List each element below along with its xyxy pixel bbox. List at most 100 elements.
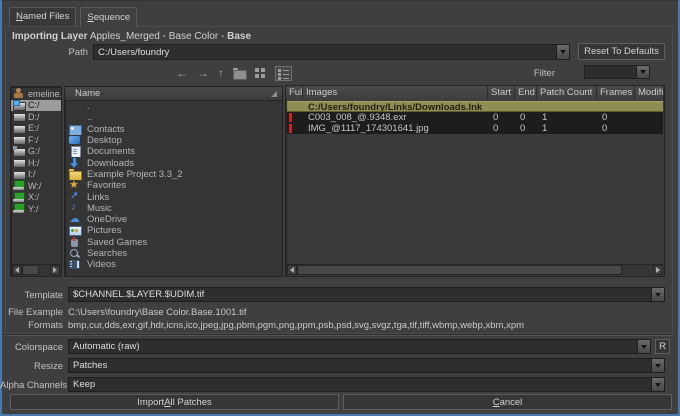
star-icon bbox=[69, 180, 81, 191]
full-indicator bbox=[289, 124, 292, 133]
filter-combobox[interactable] bbox=[584, 65, 650, 79]
name-column-header[interactable]: Name bbox=[65, 87, 282, 101]
sidebar-item[interactable]: Y:/ bbox=[11, 203, 61, 215]
file-list-item[interactable]: Desktop bbox=[65, 135, 282, 146]
modified-cell bbox=[636, 123, 663, 134]
modified-cell bbox=[636, 112, 663, 123]
sidebar-item[interactable]: C:/ bbox=[11, 100, 61, 112]
filter-value bbox=[585, 66, 636, 78]
column-header-frames[interactable]: Frames bbox=[597, 86, 635, 100]
column-header-full[interactable]: Full bbox=[286, 86, 303, 100]
back-icon[interactable] bbox=[176, 66, 188, 80]
scroll-left-icon[interactable] bbox=[12, 265, 22, 275]
documents-icon bbox=[69, 146, 81, 157]
file-list-item[interactable]: Favorites bbox=[65, 180, 282, 191]
sidebar-item[interactable]: G:/ bbox=[11, 146, 61, 158]
scrollbar-track[interactable] bbox=[39, 265, 50, 275]
links-icon bbox=[69, 192, 81, 203]
images-table-header: FullImagesStartEndPatch CountFramesModif… bbox=[286, 86, 664, 100]
file-list-item[interactable]: .. bbox=[65, 112, 282, 123]
list-view-icon[interactable] bbox=[275, 66, 292, 81]
file-list-item[interactable]: . bbox=[65, 101, 282, 112]
images-table-panel: FullImagesStartEndPatch CountFramesModif… bbox=[285, 85, 665, 277]
file-name-label: Searches bbox=[87, 248, 127, 259]
file-list-item[interactable]: Searches bbox=[65, 248, 282, 259]
tab-named-files[interactable]: Named Files bbox=[9, 7, 76, 26]
scroll-right-icon[interactable] bbox=[653, 265, 663, 275]
network-drive-icon bbox=[13, 180, 25, 191]
file-name-label: Favorites bbox=[87, 180, 126, 191]
file-list-item[interactable]: Example Project 3.3_2 bbox=[65, 169, 282, 180]
cancel-button[interactable]: Cancel bbox=[343, 394, 672, 410]
file-name-label: Saved Games bbox=[87, 237, 147, 248]
scroll-right-icon[interactable] bbox=[50, 265, 60, 275]
column-header-start[interactable]: Start bbox=[488, 86, 515, 100]
file-list-item[interactable]: Links bbox=[65, 191, 282, 202]
alpha-channels-value: Keep bbox=[69, 378, 651, 391]
filter-label: Filter bbox=[527, 68, 555, 79]
scrollbar-track[interactable] bbox=[622, 265, 653, 275]
tab-bar: Named Files Sequence bbox=[9, 7, 137, 27]
file-list-item[interactable]: OneDrive bbox=[65, 214, 282, 225]
import-all-patches-button[interactable]: Import All Patches bbox=[10, 394, 339, 410]
file-list-item[interactable]: Documents bbox=[65, 146, 282, 157]
sidebar-item[interactable]: X:/ bbox=[11, 192, 61, 204]
chevron-down-icon[interactable] bbox=[651, 359, 664, 372]
sidebar-item[interactable]: W:/ bbox=[11, 180, 61, 192]
reset-to-defaults-button[interactable]: Reset To Defaults bbox=[578, 43, 665, 60]
scroll-left-icon[interactable] bbox=[287, 265, 297, 275]
sidebar-item-label: E:/ bbox=[28, 123, 39, 133]
column-header-modifi[interactable]: Modifi bbox=[635, 86, 664, 100]
file-list-item[interactable]: Contacts bbox=[65, 124, 282, 135]
chevron-down-icon[interactable] bbox=[556, 45, 569, 59]
sidebar-item[interactable]: F:/ bbox=[11, 134, 61, 146]
tab-sequence[interactable]: Sequence bbox=[80, 7, 137, 27]
template-combobox[interactable]: $CHANNEL.$LAYER.$UDIM.tif bbox=[68, 287, 665, 302]
frames-cell: 0 bbox=[598, 123, 636, 134]
places-hscrollbar[interactable] bbox=[12, 264, 60, 275]
start-cell: 0 bbox=[489, 112, 516, 123]
alpha-channels-combobox[interactable]: Keep bbox=[68, 377, 665, 392]
scrollbar-thumb[interactable] bbox=[297, 265, 622, 275]
file-name-label: Downloads bbox=[87, 158, 134, 169]
layer-name-text: Base bbox=[227, 31, 251, 42]
images-hscrollbar[interactable] bbox=[287, 264, 663, 275]
up-icon[interactable] bbox=[218, 66, 224, 80]
file-list-item[interactable]: Saved Games bbox=[65, 237, 282, 248]
resize-combobox[interactable]: Patches bbox=[68, 358, 665, 373]
file-list-item[interactable]: Music bbox=[65, 203, 282, 214]
scrollbar-thumb[interactable] bbox=[22, 265, 39, 275]
sidebar-item-label: F:/ bbox=[28, 135, 39, 145]
sidebar-item[interactable]: H:/ bbox=[11, 157, 61, 169]
sidebar-item[interactable]: E:/ bbox=[11, 123, 61, 135]
path-combobox[interactable]: C:/Users/foundry bbox=[93, 44, 570, 60]
file-name-label: Example Project 3.3_2 bbox=[87, 169, 183, 180]
chevron-down-icon[interactable] bbox=[651, 378, 664, 391]
downloads-icon bbox=[69, 158, 81, 169]
image-row[interactable]: IMG_@1117_174301641.jpg0010 bbox=[287, 123, 663, 134]
grid-view-icon[interactable] bbox=[255, 68, 266, 79]
layer-channel-text: Apples_Merged - Base Color - bbox=[90, 31, 225, 42]
column-header-images[interactable]: Images bbox=[303, 86, 488, 100]
sidebar-item[interactable]: I:/ bbox=[11, 169, 61, 181]
chevron-down-icon[interactable] bbox=[636, 66, 649, 78]
file-list-item[interactable]: Downloads bbox=[65, 157, 282, 168]
image-row[interactable]: C003_008_@.9348.exr0010 bbox=[287, 112, 663, 123]
path-label: Path bbox=[40, 47, 88, 58]
colorspace-combobox[interactable]: Automatic (raw) bbox=[68, 339, 651, 354]
path-group-row[interactable]: C:/Users/foundry/Links/Downloads.lnk bbox=[287, 101, 663, 112]
file-list-item[interactable]: Videos bbox=[65, 259, 282, 270]
sidebar-item[interactable]: emeline. bbox=[11, 88, 61, 100]
sidebar-item[interactable]: D:/ bbox=[11, 111, 61, 123]
column-header-patch-count[interactable]: Patch Count bbox=[537, 86, 597, 100]
file-list-item[interactable]: Pictures bbox=[65, 225, 282, 236]
chevron-down-icon[interactable] bbox=[637, 340, 650, 353]
new-folder-icon[interactable] bbox=[233, 68, 246, 79]
revert-colorspace-button[interactable]: R bbox=[655, 339, 670, 354]
forward-icon[interactable] bbox=[197, 66, 209, 80]
chevron-down-icon[interactable] bbox=[651, 288, 664, 301]
column-header-end[interactable]: End bbox=[515, 86, 537, 100]
resize-value: Patches bbox=[69, 359, 651, 372]
search-icon bbox=[69, 248, 81, 259]
formats-label: Formats bbox=[0, 320, 63, 331]
